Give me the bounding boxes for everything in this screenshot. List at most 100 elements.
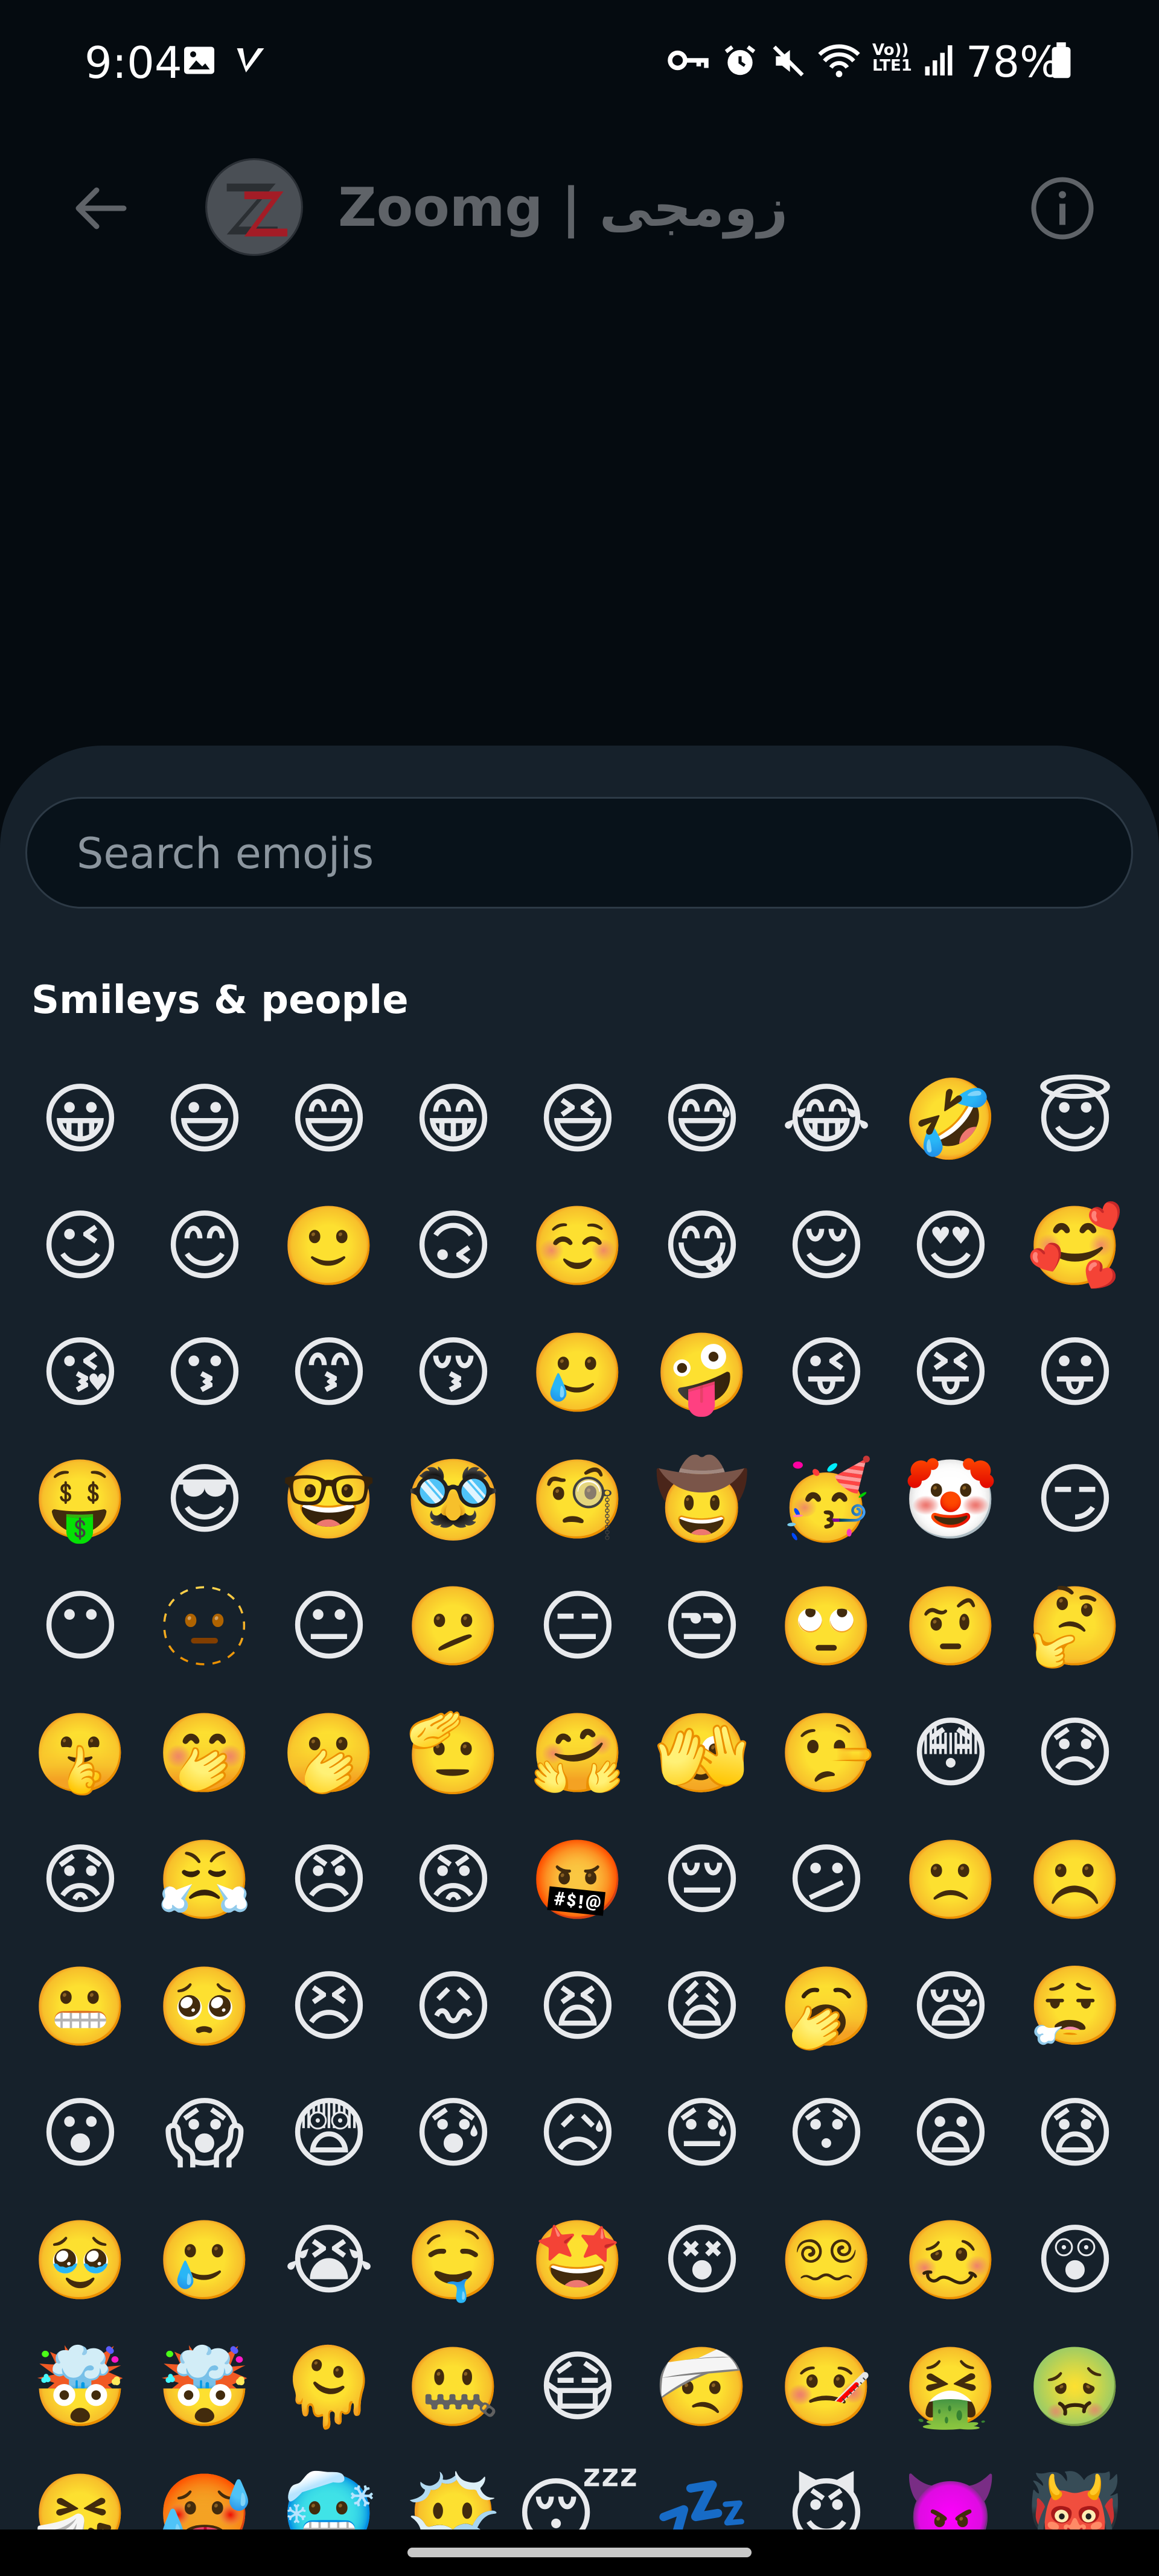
emoji-button[interactable]: 😭 <box>267 2197 391 2324</box>
emoji-button[interactable]: 😮‍💨 <box>1013 1944 1137 2071</box>
emoji-button[interactable]: 🥲 <box>142 2197 267 2324</box>
emoji-button[interactable]: 🧐 <box>516 1437 640 1564</box>
emoji-button[interactable]: 🤢 <box>1013 2324 1137 2451</box>
emoji-button[interactable]: 😠 <box>267 1817 391 1944</box>
emoji-button[interactable]: 🥳 <box>764 1437 889 1564</box>
emoji-button[interactable]: 🤡 <box>889 1437 1013 1564</box>
emoji-button[interactable]: 😫 <box>516 1944 640 2071</box>
emoji-button[interactable]: 😟 <box>18 1817 142 1944</box>
emoji-button[interactable]: 😮 <box>18 2071 142 2197</box>
emoji-button[interactable]: 😏 <box>1013 1437 1137 1564</box>
emoji-button[interactable]: 😰 <box>391 2071 516 2197</box>
emoji-button[interactable]: 😵‍💫 <box>764 2197 889 2324</box>
emoji-button[interactable]: 😪 <box>889 1944 1013 2071</box>
emoji-button[interactable]: 😷 <box>516 2324 640 2451</box>
emoji-button[interactable]: 😑 <box>516 1564 640 1690</box>
emoji-button[interactable]: 🫥 <box>142 1564 267 1690</box>
emoji-button[interactable]: 🤮 <box>889 2324 1013 2451</box>
emoji-button[interactable]: 😓 <box>640 2071 764 2197</box>
emoji-button[interactable]: 😗 <box>142 1310 267 1437</box>
emoji-button[interactable]: 😋 <box>640 1183 764 1310</box>
emoji-button[interactable]: 🤣 <box>889 1056 1013 1183</box>
emoji-button[interactable]: 😂 <box>764 1056 889 1183</box>
emoji-button[interactable]: 😉 <box>18 1183 142 1310</box>
emoji-button[interactable]: 😩 <box>640 1944 764 2071</box>
emoji-button[interactable]: 😙 <box>267 1310 391 1437</box>
emoji-button[interactable]: 😌 <box>764 1183 889 1310</box>
emoji-button[interactable]: 🤭 <box>142 1690 267 1817</box>
back-button[interactable] <box>63 172 136 244</box>
emoji-button[interactable]: 🤠 <box>640 1437 764 1564</box>
emoji-button[interactable]: 🤯 <box>142 2324 267 2451</box>
emoji-button[interactable]: 🥹 <box>18 2197 142 2324</box>
emoji-button[interactable]: ☹️ <box>1013 1817 1137 1944</box>
emoji-button[interactable]: 🤑 <box>18 1437 142 1564</box>
info-button[interactable] <box>1026 172 1099 244</box>
emoji-button[interactable]: 🤫 <box>18 1690 142 1817</box>
emoji-button[interactable]: 😄 <box>267 1056 391 1183</box>
emoji-button[interactable]: 😀 <box>18 1056 142 1183</box>
emoji-button[interactable]: 🤥 <box>764 1690 889 1817</box>
emoji-button[interactable]: 🫠 <box>267 2324 391 2451</box>
emoji-button[interactable]: 😶 <box>18 1564 142 1690</box>
emoji-button[interactable]: 😨 <box>267 2071 391 2197</box>
emoji-button[interactable]: 🤒 <box>764 2324 889 2451</box>
emoji-button[interactable]: 🙃 <box>391 1183 516 1310</box>
emoji-button[interactable]: 🤗 <box>516 1690 640 1817</box>
emoji-button[interactable]: 😎 <box>142 1437 267 1564</box>
emoji-button[interactable]: 🥰 <box>1013 1183 1137 1310</box>
emoji-button[interactable]: 😍 <box>889 1183 1013 1310</box>
emoji-button[interactable]: 🤪 <box>640 1310 764 1437</box>
emoji-button[interactable]: 🙄 <box>764 1564 889 1690</box>
emoji-button[interactable]: 😊 <box>142 1183 267 1310</box>
emoji-button[interactable]: 😲 <box>1013 2197 1137 2324</box>
emoji-button[interactable]: 😥 <box>516 2071 640 2197</box>
emoji-button[interactable]: 🤯 <box>18 2324 142 2451</box>
emoji-button[interactable]: ☺️ <box>516 1183 640 1310</box>
emoji-button[interactable]: 😯 <box>764 2071 889 2197</box>
emoji-button[interactable]: 😣 <box>267 1944 391 2071</box>
emoji-button[interactable]: 😕 <box>764 1817 889 1944</box>
emoji-button[interactable]: 🫣 <box>640 1690 764 1817</box>
emoji-button[interactable]: 😅 <box>640 1056 764 1183</box>
emoji-button[interactable]: 😵 <box>640 2197 764 2324</box>
emoji-button[interactable]: 🤔 <box>1013 1564 1137 1690</box>
emoji-button[interactable]: 🥴 <box>889 2197 1013 2324</box>
emoji-button[interactable]: 😘 <box>18 1310 142 1437</box>
emoji-button[interactable]: 😆 <box>516 1056 640 1183</box>
emoji-button[interactable]: 😞 <box>1013 1690 1137 1817</box>
emoji-button[interactable]: 😱 <box>142 2071 267 2197</box>
emoji-button[interactable]: 😜 <box>764 1310 889 1437</box>
emoji-button[interactable]: 🥲 <box>516 1310 640 1437</box>
emoji-search-input[interactable] <box>75 799 1104 908</box>
emoji-button[interactable]: 😝 <box>889 1310 1013 1437</box>
home-gesture-handle[interactable] <box>407 2548 752 2557</box>
emoji-button[interactable]: 🥸 <box>391 1437 516 1564</box>
emoji-button[interactable]: 🥺 <box>142 1944 267 2071</box>
emoji-button[interactable]: 🙁 <box>889 1817 1013 1944</box>
emoji-button[interactable]: 🤨 <box>889 1564 1013 1690</box>
avatar[interactable] <box>205 158 303 256</box>
emoji-button[interactable]: 😦 <box>889 2071 1013 2197</box>
emoji-button[interactable]: 🤬 <box>516 1817 640 1944</box>
emoji-button[interactable]: 😡 <box>391 1817 516 1944</box>
emoji-button[interactable]: 😖 <box>391 1944 516 2071</box>
emoji-button[interactable]: 😛 <box>1013 1310 1137 1437</box>
emoji-button[interactable]: 🤓 <box>267 1437 391 1564</box>
emoji-button[interactable]: 😐 <box>267 1564 391 1690</box>
emoji-button[interactable]: 🙂 <box>267 1183 391 1310</box>
emoji-button[interactable]: 😚 <box>391 1310 516 1437</box>
emoji-button[interactable]: 😃 <box>142 1056 267 1183</box>
emoji-search-box[interactable] <box>25 797 1133 909</box>
emoji-button[interactable]: 😇 <box>1013 1056 1137 1183</box>
emoji-button[interactable]: 🫡 <box>391 1690 516 1817</box>
emoji-button[interactable]: 😧 <box>1013 2071 1137 2197</box>
emoji-button[interactable]: 🤕 <box>640 2324 764 2451</box>
emoji-button[interactable]: 😔 <box>640 1817 764 1944</box>
emoji-button[interactable]: 🫢 <box>267 1690 391 1817</box>
emoji-button[interactable]: 🥱 <box>764 1944 889 2071</box>
emoji-button[interactable]: 🤐 <box>391 2324 516 2451</box>
emoji-button[interactable]: 😳 <box>889 1690 1013 1817</box>
emoji-button[interactable]: 😒 <box>640 1564 764 1690</box>
emoji-button[interactable]: 😁 <box>391 1056 516 1183</box>
